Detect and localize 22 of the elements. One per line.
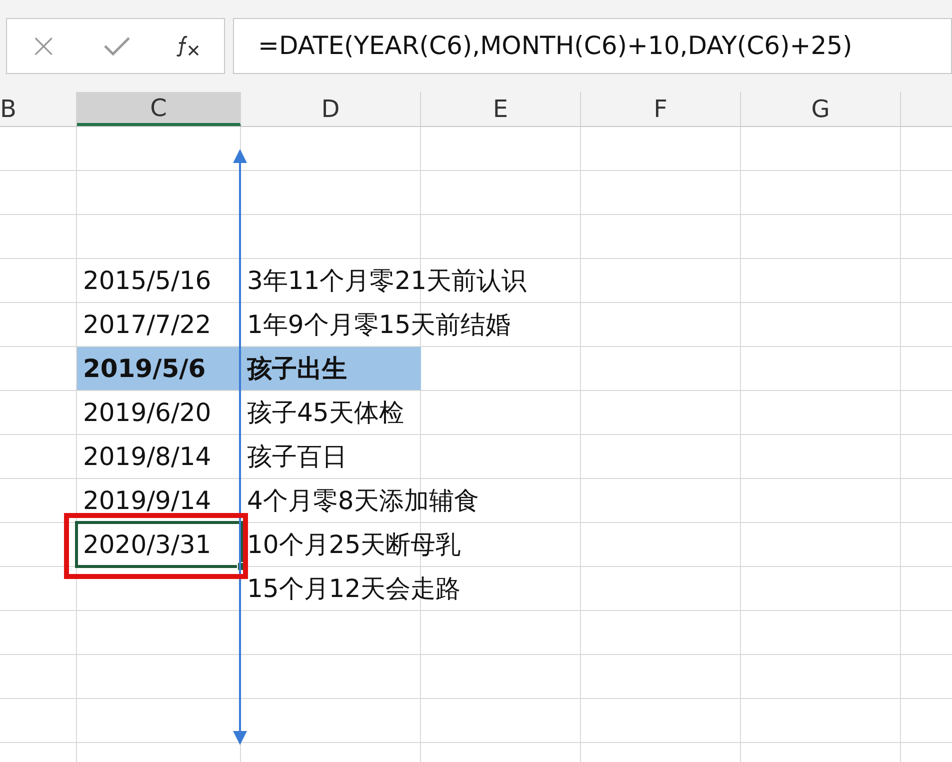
note-cell-text: 孩子45天体检 [246, 397, 404, 429]
formula-field[interactable]: =DATE(YEAR(C6),MONTH(C6)+10,DAY(C6)+25) [233, 18, 952, 74]
date-cell-text: 2019/8/14 [82, 442, 212, 471]
column-header[interactable]: D [241, 92, 421, 126]
column-header[interactable]: G [741, 92, 901, 126]
date-cell-text: 2019/5/6 [82, 354, 206, 383]
note-cell-text: 孩子百日 [246, 441, 347, 473]
note-cell-text: 3年11个月零21天前认识 [246, 265, 527, 297]
column-header[interactable]: F [581, 92, 741, 126]
note-cell-text: 孩子出生 [246, 353, 347, 385]
note-cell-text: 4个月零8天添加辅食 [246, 485, 479, 517]
note-cell-text: 1年9个月零15天前结婚 [246, 309, 511, 341]
date-cell-text: 2017/7/22 [82, 310, 212, 339]
check-icon[interactable] [102, 35, 131, 57]
column-header[interactable]: E [421, 92, 581, 126]
date-cell-text: 2019/9/14 [82, 486, 212, 515]
date-cell-text: 2015/5/16 [82, 266, 212, 295]
note-cell-text: 15个月12天会走路 [246, 573, 461, 605]
note-cell-text: 10个月25天断母乳 [246, 529, 461, 561]
date-cell-text: 2019/6/20 [82, 398, 212, 427]
column-header[interactable]: C [77, 92, 241, 126]
date-cell-text: 2020/3/31 [82, 530, 212, 559]
